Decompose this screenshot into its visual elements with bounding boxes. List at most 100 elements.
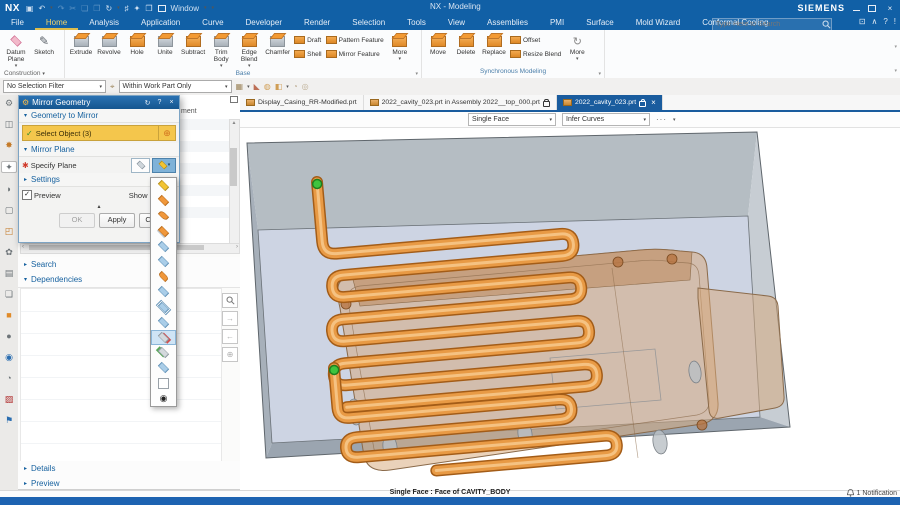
- ribbon-overflow-icon-2[interactable]: ▾: [894, 68, 897, 74]
- help-icon[interactable]: ?: [883, 17, 887, 26]
- toolbar-overflow[interactable]: ···: [656, 115, 667, 124]
- ok-button[interactable]: OK: [59, 213, 95, 228]
- panel-restore-icon[interactable]: [230, 96, 238, 103]
- plane-option-angle[interactable]: [151, 315, 176, 330]
- caret-down-icon[interactable]: ▾: [673, 117, 676, 123]
- process-studio-icon[interactable]: ⚑: [2, 415, 16, 425]
- dialog-help-icon[interactable]: ?: [155, 99, 164, 106]
- preview-checkbox[interactable]: ✓: [22, 190, 32, 200]
- unite-button[interactable]: Unite: [151, 31, 179, 57]
- search-input[interactable]: [713, 21, 822, 28]
- menu-tools[interactable]: Tools: [396, 16, 437, 30]
- reuse-library-icon[interactable]: ▢: [2, 205, 16, 215]
- point-dialog-icon[interactable]: ⊕: [158, 126, 175, 140]
- gear-icon[interactable]: ⚙: [2, 98, 16, 108]
- dependencies-zoom-button[interactable]: [222, 293, 238, 308]
- dependencies-expand-button[interactable]: ⊕: [222, 347, 238, 362]
- plane-option-distance[interactable]: [151, 300, 176, 315]
- plane-option-view-plane[interactable]: [151, 345, 176, 360]
- notification-area[interactable]: 1 Notification: [847, 489, 897, 497]
- scroll-left-icon[interactable]: ‹: [22, 244, 24, 250]
- roles-icon[interactable]: ■: [2, 310, 16, 320]
- menu-selection[interactable]: Selection: [341, 16, 396, 30]
- subtract-button[interactable]: Subtract: [179, 31, 207, 57]
- offset-button[interactable]: Offset: [508, 33, 563, 47]
- details-section-header[interactable]: ▸ Details: [18, 461, 245, 477]
- dialog-title-bar[interactable]: ⚙ Mirror Geometry ↻ ? ×: [19, 96, 179, 109]
- command-search[interactable]: [712, 18, 832, 31]
- plane-option-fixed[interactable]: [151, 375, 176, 390]
- menu-pmi[interactable]: PMI: [539, 16, 575, 30]
- menu-surface[interactable]: Surface: [575, 16, 625, 30]
- menu-application[interactable]: Application: [130, 16, 191, 30]
- save-icon[interactable]: ▣: [26, 4, 34, 13]
- touch-mode-icon[interactable]: ✦: [134, 4, 141, 13]
- plane-option-on-curve[interactable]: [151, 360, 176, 375]
- window-icon[interactable]: ❏: [2, 289, 16, 299]
- tab-cavity-in-assembly[interactable]: 2022_cavity_023.prt in Assembly 2022__to…: [364, 95, 557, 110]
- history-icon[interactable]: ◔: [2, 373, 16, 383]
- menu-file[interactable]: File: [0, 16, 35, 30]
- undo-caret-icon[interactable]: ▾: [50, 5, 53, 11]
- navigator-row[interactable]: [179, 130, 229, 141]
- window-caret-icon[interactable]: ▾: [204, 5, 207, 11]
- mirror-feature-button[interactable]: Mirror Feature: [324, 47, 386, 61]
- pattern-feature-button[interactable]: Pattern Feature: [324, 33, 386, 47]
- menu-assemblies[interactable]: Assemblies: [476, 16, 539, 30]
- navigator-vscrollbar[interactable]: ▲ ▼: [229, 119, 240, 249]
- tab-cavity-active[interactable]: 2022_cavity_023.prt ×: [557, 95, 663, 110]
- repeat-command-icon[interactable]: ↻: [105, 4, 112, 13]
- move-button[interactable]: Move: [424, 31, 452, 57]
- curve-rule-select[interactable]: Infer Curves ▾: [562, 113, 650, 126]
- navigator-row[interactable]: [179, 119, 229, 130]
- hd3d-tools-icon[interactable]: ◰: [2, 226, 16, 236]
- scroll-right-icon[interactable]: ›: [236, 244, 238, 250]
- ribbon-collapse-icon[interactable]: ▾: [212, 5, 215, 11]
- coolant-outlet-point[interactable]: [329, 365, 339, 375]
- trim-body-button[interactable]: Trim Body ▾: [207, 31, 235, 70]
- fullscreen-icon[interactable]: ⊡: [859, 17, 866, 26]
- snap-point-icon[interactable]: ▦: [236, 82, 244, 91]
- tab-display-casing[interactable]: Display_Casing_RR-Modified.prt: [240, 95, 364, 110]
- close-button[interactable]: ×: [884, 4, 896, 13]
- 3d-scene[interactable]: [240, 128, 900, 490]
- navigator-row[interactable]: [179, 174, 229, 185]
- assembly-navigator-icon[interactable]: ◫: [2, 119, 16, 129]
- search-icon[interactable]: [822, 20, 831, 29]
- plane-option-selected[interactable]: [151, 330, 176, 345]
- highlight-icon[interactable]: ◍: [264, 82, 271, 91]
- navigator-row[interactable]: [179, 207, 229, 218]
- menu-view[interactable]: View: [437, 16, 476, 30]
- navigator-row[interactable]: [179, 196, 229, 207]
- select-arrow-icon[interactable]: ◣: [254, 82, 260, 91]
- part-navigator-icon[interactable]: ✦: [1, 161, 17, 173]
- wireframe-icon[interactable]: ◎: [302, 82, 309, 91]
- color-palette-icon[interactable]: ▨: [2, 394, 16, 404]
- plane-option-point-direction[interactable]: [151, 239, 176, 254]
- plane-type-dropdown-button[interactable]: ▾: [152, 158, 176, 173]
- restore-button[interactable]: [868, 5, 876, 12]
- search-section-header[interactable]: ▸ Search: [18, 257, 245, 273]
- dependencies-forward-button[interactable]: →: [222, 311, 238, 326]
- scroll-up-icon[interactable]: ▲: [232, 120, 237, 126]
- notification-bell-icon[interactable]: ◗: [2, 184, 16, 194]
- scroll-thumb[interactable]: [29, 245, 204, 250]
- shaded-icon[interactable]: ◔: [293, 82, 298, 91]
- geometry-to-mirror-section[interactable]: ▾ Geometry to Mirror: [19, 109, 179, 123]
- delete-button[interactable]: Delete: [452, 31, 480, 57]
- repeat-caret-icon[interactable]: ▾: [117, 5, 120, 11]
- menu-developer[interactable]: Developer: [235, 16, 293, 30]
- minimize-button[interactable]: [853, 6, 860, 11]
- edge-blend-button[interactable]: Edge Blend ▾: [235, 31, 263, 70]
- plane-option-two-lines[interactable]: [151, 269, 176, 284]
- group-label-construction[interactable]: Construction ▾: [2, 70, 62, 78]
- group-label-base[interactable]: Base▾: [67, 70, 419, 78]
- ribbon-overflow-icon[interactable]: ▾: [894, 44, 897, 50]
- plane-option-inferred[interactable]: [151, 178, 176, 193]
- navigator-row[interactable]: [179, 152, 229, 163]
- plane-option-bisector[interactable]: [151, 224, 176, 239]
- sphere-icon[interactable]: ●: [2, 331, 16, 341]
- resize-blend-button[interactable]: Resize Blend: [508, 47, 563, 61]
- panel-hscrollbar[interactable]: ‹ ›: [20, 243, 240, 254]
- navigator-row[interactable]: [179, 141, 229, 152]
